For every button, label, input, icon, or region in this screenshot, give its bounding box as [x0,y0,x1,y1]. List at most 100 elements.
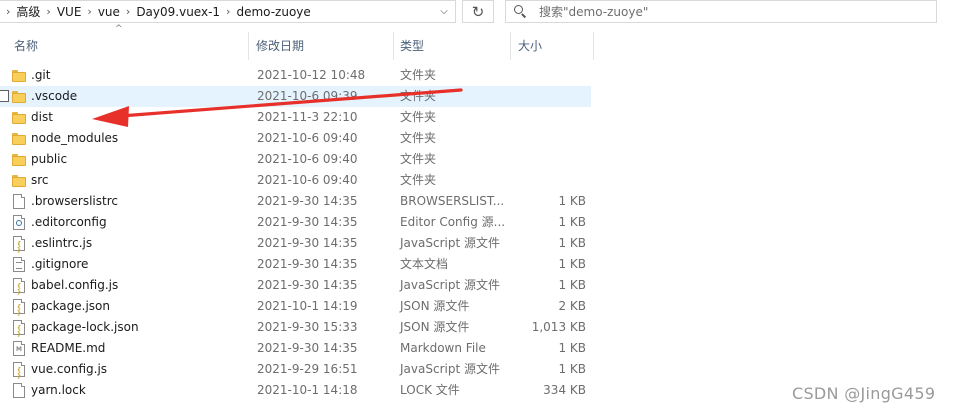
file-row[interactable]: .editorconfig 2021-9-30 14:35 Editor Confi… [0,212,591,233]
file-modified-date: 2021-10-1 14:18 [257,383,358,397]
json-file-icon: { } [13,320,25,338]
file-row[interactable]: dist 2021-11-3 22:10 文件夹 [0,107,591,128]
address-bar[interactable]: › 高级 › VUE › vue › Day09.vuex-1 › demo-z… [0,0,456,23]
search-placeholder[interactable]: 搜索"demo-zuoye" [539,3,648,20]
file-type: 文件夹 [400,89,437,103]
file-name: vue.config.js [31,362,108,376]
file-row[interactable]: .browserslistrc 2021-9-30 14:35 BROWSERSLI… [0,191,591,212]
file-type: LOCK 文件 [400,383,460,397]
sort-ascending-icon: ^ [115,24,123,34]
file-name: README.md [31,341,106,355]
search-icon [514,5,527,18]
column-divider[interactable] [248,32,249,60]
file-name: .gitignore [31,257,89,271]
column-divider[interactable] [510,32,511,60]
text-file-icon [13,257,25,272]
breadcrumb-item[interactable]: Day09.vuex-1 [136,5,220,19]
file-row[interactable]: .gitignore 2021-9-30 14:35 文本文档 1 KB [0,254,591,275]
column-header-type[interactable]: 类型 [394,32,508,60]
breadcrumb-root-chevron-icon[interactable]: › [6,5,10,18]
breadcrumb-chevron-icon[interactable]: › [46,5,50,18]
file-row[interactable]: yarn.lock 2021-10-1 14:18 LOCK 文件 334 KB [0,380,591,401]
navigation-bar: › 高级 › VUE › vue › Day09.vuex-1 › demo-z… [0,0,959,23]
watermark: CSDN @JingG459 [792,384,936,403]
folder-icon [12,70,26,82]
row-select-checkbox[interactable] [0,90,9,102]
column-header-size[interactable]: 大小 [512,32,592,60]
file-modified-date: 2021-10-6 09:40 [257,173,358,187]
file-modified-date: 2021-10-6 09:40 [257,131,358,145]
file-type: Markdown File [400,341,486,355]
file-type: Editor Config 源... [400,215,506,229]
breadcrumb-item[interactable]: VUE [57,5,82,19]
folder-icon [12,133,26,145]
folder-icon [12,112,26,124]
file-type: JavaScript 源文件 [400,278,500,292]
refresh-icon: ↻ [471,2,485,21]
file-modified-date: 2021-10-1 14:19 [257,299,358,313]
breadcrumb-chevron-icon[interactable]: › [126,5,130,18]
file-size [514,86,586,107]
file-type: 文件夹 [400,173,437,187]
file-modified-date: 2021-9-30 14:35 [257,194,358,208]
json-file-icon: { } [13,299,25,317]
file-modified-date: 2021-10-6 09:39 [257,89,358,103]
file-size [514,65,586,86]
file-row[interactable]: { } .eslintrc.js 2021-9-30 14:35 JavaScript… [0,233,591,254]
file-row[interactable]: { } vue.config.js 2021-9-29 16:51 JavaScrip… [0,359,591,380]
breadcrumb-item[interactable]: 高级 [16,3,40,20]
file-type: 文件夹 [400,131,437,145]
file-row[interactable]: { } package-lock.json 2021-9-30 15:33 JSON … [0,317,591,338]
file-name: package-lock.json [31,320,139,334]
file-row[interactable]: { } package.json 2021-10-1 14:19 JSON 源文件 2 … [0,296,591,317]
address-history-dropdown-icon[interactable]: ⌵ [437,5,451,19]
file-name: src [31,173,49,187]
file-size: 1 KB [558,257,586,271]
file-size [514,170,586,191]
js-file-icon: { } [13,236,25,254]
config-file-icon [13,215,25,230]
file-icon [13,383,25,398]
file-modified-date: 2021-9-30 14:35 [257,236,358,250]
folder-icon [12,175,26,187]
breadcrumb-item-current[interactable]: demo-zuoye [236,5,310,19]
file-modified-date: 2021-9-30 14:35 [257,341,358,355]
file-type: BROWSERSLIST... [400,194,505,208]
file-size: 1 KB [558,341,586,355]
js-file-icon: { } [13,278,25,296]
folder-icon [12,91,26,103]
file-size: 1 KB [558,362,586,376]
folder-icon [12,154,26,166]
file-size: 1 KB [558,215,586,229]
file-row[interactable]: .git 2021-10-12 10:48 文件夹 [0,65,591,86]
file-name: .browserslistrc [31,194,118,208]
refresh-button[interactable]: ↻ [462,0,494,23]
column-header-name[interactable]: 名称 [8,32,248,60]
file-row[interactable]: public 2021-10-6 09:40 文件夹 [0,149,591,170]
column-divider[interactable] [593,32,594,60]
file-name: yarn.lock [31,383,86,397]
file-modified-date: 2021-9-30 14:35 [257,257,358,271]
file-row[interactable]: .vscode 2021-10-6 09:39 文件夹 [0,86,591,107]
file-name: node_modules [31,131,119,145]
file-type: 文本文档 [400,257,449,271]
file-type: JSON 源文件 [400,320,470,334]
file-name: dist [31,110,53,124]
markdown-file-icon: M [13,341,25,356]
search-box[interactable]: 搜索"demo-zuoye" [505,0,937,23]
file-row[interactable]: node_modules 2021-10-6 09:40 文件夹 [0,128,591,149]
file-row[interactable]: src 2021-10-6 09:40 文件夹 [0,170,591,191]
column-header-date[interactable]: 修改日期 [250,32,392,60]
file-size: 334 KB [543,383,586,397]
js-file-icon: { } [13,362,25,380]
file-size: 2 KB [558,299,586,313]
file-type: JavaScript 源文件 [400,362,500,376]
file-row[interactable]: M README.md 2021-9-30 14:35 Markdown File 1 … [0,338,591,359]
file-row[interactable]: { } babel.config.js 2021-9-30 14:35 JavaScr… [0,275,591,296]
file-type: JavaScript 源文件 [400,236,500,250]
file-name: .editorconfig [31,215,107,229]
breadcrumb-item[interactable]: vue [98,5,120,19]
breadcrumb-chevron-icon[interactable]: › [87,5,91,18]
file-modified-date: 2021-9-30 15:33 [257,320,358,334]
breadcrumb-chevron-icon[interactable]: › [226,5,230,18]
